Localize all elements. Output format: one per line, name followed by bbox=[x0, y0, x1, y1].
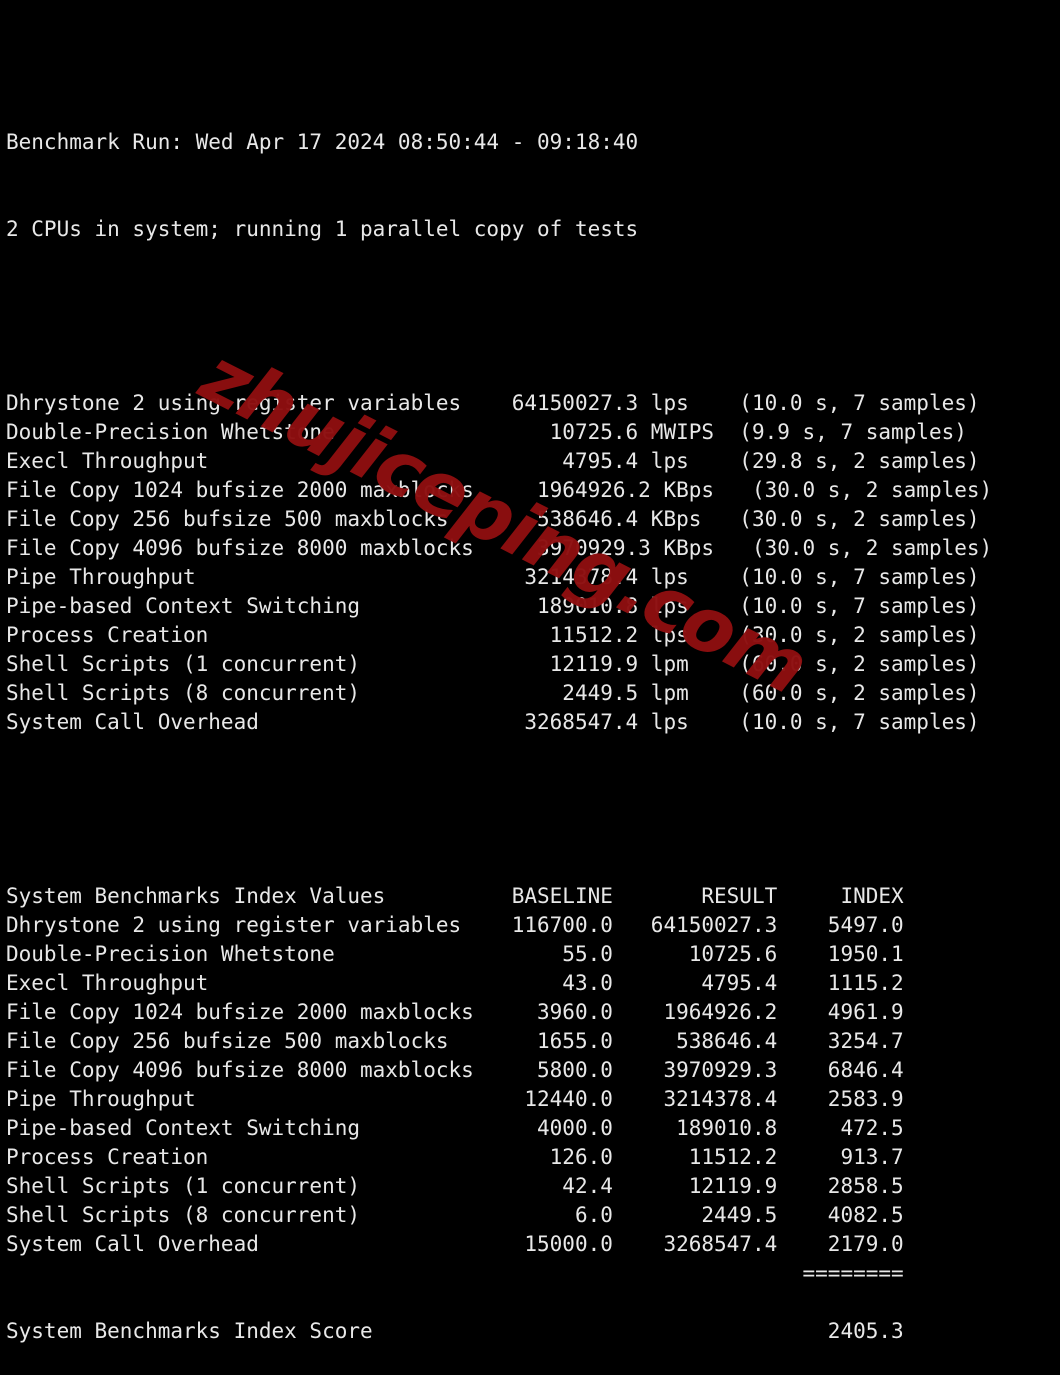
separator-line-top: ----------------------------------------… bbox=[6, 58, 1060, 70]
benchmark-result-row: File Copy 4096 bufsize 8000 maxblocks 39… bbox=[6, 536, 993, 560]
benchmark-result-row: Pipe Throughput 3214378.4 lps (10.0 s, 7… bbox=[6, 565, 980, 589]
index-table-row: Process Creation 126.0 11512.2 913.7 bbox=[6, 1145, 904, 1169]
benchmark-results-block: Dhrystone 2 using register variables 641… bbox=[6, 389, 1060, 737]
benchmark-result-row: Execl Throughput 4795.4 lps (29.8 s, 2 s… bbox=[6, 449, 980, 473]
index-table-row: Pipe-based Context Switching 4000.0 1890… bbox=[6, 1116, 904, 1140]
benchmark-result-row: File Copy 1024 bufsize 2000 maxblocks 19… bbox=[6, 478, 993, 502]
index-table-header: System Benchmarks Index Values BASELINE … bbox=[6, 884, 904, 908]
index-table-row: File Copy 4096 bufsize 8000 maxblocks 58… bbox=[6, 1058, 904, 1082]
index-table-row: Double-Precision Whetstone 55.0 10725.6 … bbox=[6, 942, 904, 966]
benchmark-result-row: Shell Scripts (1 concurrent) 12119.9 lpm… bbox=[6, 652, 980, 676]
benchmark-result-row: File Copy 256 bufsize 500 maxblocks 5386… bbox=[6, 507, 980, 531]
index-score-row: System Benchmarks Index Score 2405.3 bbox=[6, 1319, 904, 1343]
score-rule: ======== bbox=[6, 1261, 904, 1285]
index-table-row: File Copy 256 bufsize 500 maxblocks 1655… bbox=[6, 1029, 904, 1053]
benchmark-result-row: System Call Overhead 3268547.4 lps (10.0… bbox=[6, 710, 980, 734]
benchmark-result-row: Pipe-based Context Switching 189010.8 lp… bbox=[6, 594, 980, 618]
index-table-row: Dhrystone 2 using register variables 116… bbox=[6, 913, 904, 937]
index-table-row: Shell Scripts (1 concurrent) 42.4 12119.… bbox=[6, 1174, 904, 1198]
benchmark-run-line: Benchmark Run: Wed Apr 17 2024 08:50:44 … bbox=[6, 130, 639, 154]
cpu-info-line: 2 CPUs in system; running 1 parallel cop… bbox=[6, 217, 639, 241]
index-table-row: Execl Throughput 43.0 4795.4 1115.2 bbox=[6, 971, 904, 995]
benchmark-result-row: Dhrystone 2 using register variables 641… bbox=[6, 391, 980, 415]
index-table-row: Shell Scripts (8 concurrent) 6.0 2449.5 … bbox=[6, 1203, 904, 1227]
benchmark-result-row: Shell Scripts (8 concurrent) 2449.5 lpm … bbox=[6, 681, 980, 705]
index-values-block: System Benchmarks Index Values BASELINE … bbox=[6, 882, 1060, 1346]
index-table-row: System Call Overhead 15000.0 3268547.4 2… bbox=[6, 1232, 904, 1256]
benchmark-result-row: Process Creation 11512.2 lps (30.0 s, 2 … bbox=[6, 623, 980, 647]
index-table-row: File Copy 1024 bufsize 2000 maxblocks 39… bbox=[6, 1000, 904, 1024]
benchmark-result-row: Double-Precision Whetstone 10725.6 MWIPS… bbox=[6, 420, 967, 444]
index-table-row: Pipe Throughput 12440.0 3214378.4 2583.9 bbox=[6, 1087, 904, 1111]
terminal-output: ----------------------------------------… bbox=[0, 0, 1060, 1343]
